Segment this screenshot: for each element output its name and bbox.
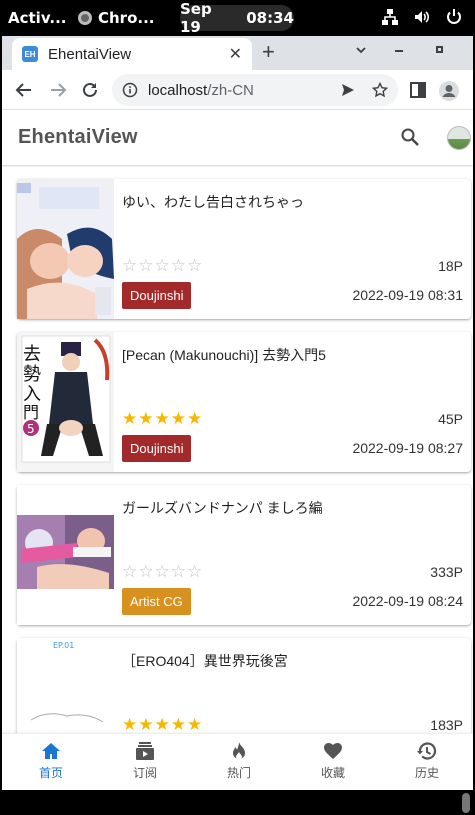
category-tag[interactable]: Artist CG — [122, 588, 191, 615]
cover-thumbnail[interactable]: 去 勢 入 門 5 — [17, 332, 114, 472]
nav-label: 热门 — [226, 766, 251, 780]
user-avatar[interactable] — [447, 126, 471, 150]
category-tag[interactable]: Doujinshi — [122, 435, 192, 462]
cover-thumbnail[interactable] — [17, 485, 114, 625]
rating-stars: ☆☆☆☆☆ — [122, 256, 204, 275]
system-tray[interactable] — [381, 8, 463, 26]
svg-text:入: 入 — [23, 384, 41, 405]
power-icon — [447, 9, 461, 24]
gallery-card[interactable]: ゆい、わたし告白されちゃっ ☆☆☆☆☆ 18P Doujinshi 2022-0… — [17, 179, 471, 319]
side-panel-icon[interactable] — [408, 80, 428, 100]
rating-stars: ★★★★★ — [122, 715, 204, 733]
new-tab-button[interactable]: + — [262, 41, 275, 63]
send-icon[interactable] — [340, 82, 356, 98]
gallery-list: ゆい、わたし告白されちゃっ ☆☆☆☆☆ 18P Doujinshi 2022-0… — [2, 167, 473, 733]
app-viewport: EhentaiView ゆい、わたし告白されちゃっ ☆☆☆☆☆ 18P Douj… — [2, 110, 473, 790]
bookmark-star-icon[interactable] — [372, 82, 388, 98]
nav-label: 首页 — [38, 766, 63, 780]
fire-icon — [233, 742, 245, 760]
posted-date: 2022-09-19 08:27 — [352, 440, 463, 456]
bottom-navigation: 首页 订阅 热门 收藏 历史 — [2, 733, 473, 790]
gallery-card[interactable]: EP.01 ［ERO404］異世界玩後宮 ★★★★★ 183P — [17, 638, 471, 733]
gallery-title[interactable]: ゆい、わたし告白されちゃっ — [122, 192, 462, 212]
chrome-icon — [78, 11, 92, 25]
rating-stars: ★★★★★ — [122, 409, 204, 428]
clock-date: Sep 19 — [180, 0, 212, 36]
info-icon[interactable] — [122, 82, 138, 98]
page-count: 183P — [430, 717, 463, 733]
url-host: localhost — [148, 81, 208, 99]
minimize-button[interactable] — [395, 50, 403, 52]
page-count: 333P — [430, 564, 463, 580]
svg-text:EP.01: EP.01 — [53, 641, 74, 650]
scrollbar-handle[interactable] — [462, 793, 470, 813]
url-path: /zh-CN — [207, 81, 254, 99]
subscriptions-icon — [136, 742, 154, 760]
category-tag[interactable]: Doujinshi — [122, 282, 192, 309]
forward-icon[interactable] — [48, 80, 68, 100]
volume-icon — [415, 11, 430, 23]
cover-thumbnail[interactable]: EP.01 — [17, 638, 114, 733]
svg-text:勢: 勢 — [23, 364, 41, 385]
cover-thumbnail[interactable] — [17, 179, 114, 319]
svg-text:5: 5 — [27, 422, 35, 436]
page-count: 45P — [438, 411, 463, 427]
browser-tab[interactable]: EH EhentaiView ✕ — [12, 38, 252, 70]
activities-button[interactable]: Activ... — [8, 9, 66, 27]
nav-label: 订阅 — [132, 766, 157, 780]
home-icon — [42, 743, 60, 759]
clock[interactable]: Sep 19 08:34 — [180, 0, 294, 36]
search-icon[interactable] — [400, 127, 420, 147]
nav-label: 历史 — [414, 766, 439, 780]
tab-close-icon[interactable]: ✕ — [229, 44, 242, 64]
gallery-title[interactable]: ガールズバンドナンパ ましろ編 — [122, 498, 462, 518]
network-icon — [382, 9, 398, 25]
gallery-card[interactable]: ガールズバンドナンパ ましろ編 ☆☆☆☆☆ 333P Artist CG 202… — [17, 485, 471, 625]
nav-popular[interactable]: 热门 — [192, 740, 286, 781]
system-top-bar: Activ... Chro... Sep 19 08:34 — [0, 0, 475, 36]
nav-home[interactable]: 首页 — [4, 740, 98, 781]
app-title: EhentaiView — [18, 126, 138, 148]
tab-title: EhentaiView — [48, 45, 132, 63]
address-bar[interactable]: localhost/zh-CN — [112, 74, 398, 106]
svg-text:門: 門 — [23, 403, 39, 422]
url-text: localhost/zh-CN — [148, 82, 340, 99]
bottom-os-bar — [0, 790, 475, 815]
app-bar: EhentaiView — [2, 110, 473, 166]
reload-icon[interactable] — [80, 80, 100, 100]
app-menu-label: Chro... — [98, 9, 155, 27]
history-icon — [417, 742, 437, 760]
tab-strip: EH EhentaiView ✕ + — [2, 36, 473, 70]
maximize-button[interactable] — [436, 46, 443, 53]
nav-favorites[interactable]: 收藏 — [286, 740, 380, 781]
nav-subscriptions[interactable]: 订阅 — [98, 740, 192, 781]
posted-date: 2022-09-19 08:31 — [352, 287, 463, 303]
back-icon[interactable] — [14, 80, 34, 100]
heart-icon — [324, 743, 342, 759]
svg-text:去: 去 — [23, 344, 41, 365]
favicon-icon: EH — [22, 46, 38, 62]
browser-toolbar: localhost/zh-CN — [2, 70, 473, 110]
screen: Activ... Chro... Sep 19 08:34 EH Ehentai… — [0, 0, 475, 815]
clock-time: 08:34 — [246, 9, 294, 27]
page-count: 18P — [438, 258, 463, 274]
rating-stars: ☆☆☆☆☆ — [122, 562, 204, 581]
tab-search-chevron-icon[interactable] — [355, 44, 367, 56]
nav-label: 收藏 — [320, 766, 345, 780]
profile-icon[interactable] — [438, 80, 460, 102]
gallery-title[interactable]: ［ERO404］異世界玩後宮 — [122, 651, 462, 671]
posted-date: 2022-09-19 08:24 — [352, 593, 463, 609]
gallery-card[interactable]: 去 勢 入 門 5 [Pecan (Makunouchi)] 去勢入門5 ★★★… — [17, 332, 471, 472]
nav-history[interactable]: 历史 — [380, 740, 473, 781]
gallery-title[interactable]: [Pecan (Makunouchi)] 去勢入門5 — [122, 345, 462, 365]
app-menu[interactable]: Chro... — [78, 9, 154, 27]
